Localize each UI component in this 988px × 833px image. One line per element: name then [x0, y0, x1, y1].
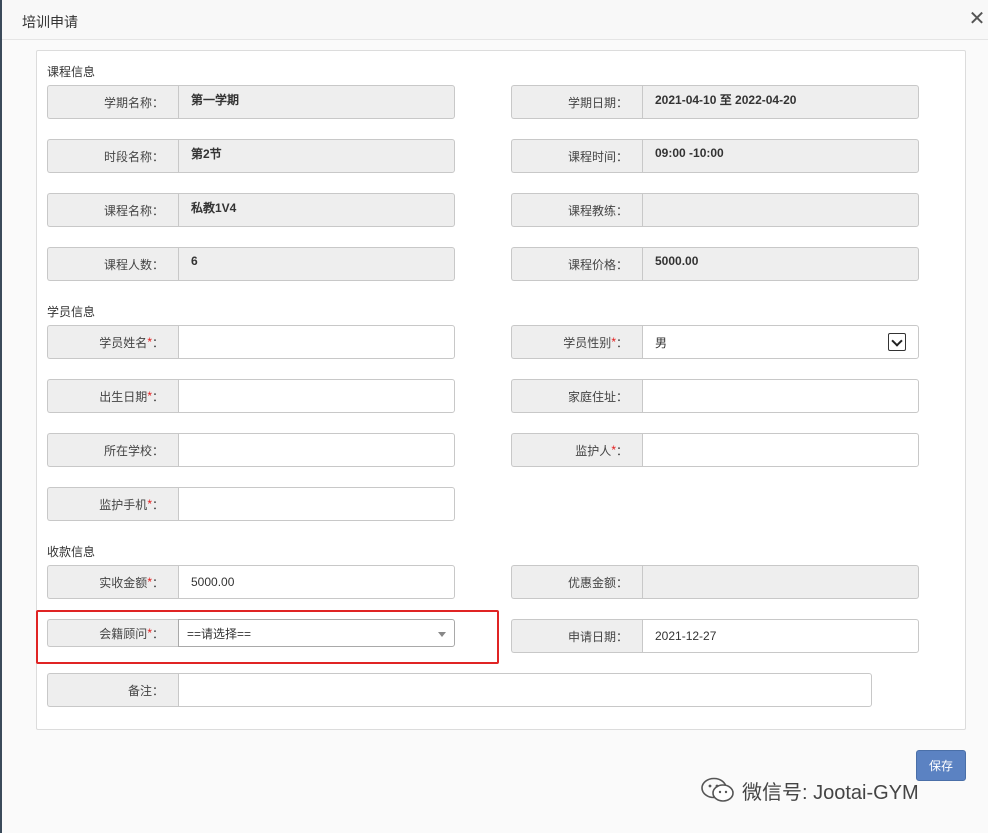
guardian-label: 监护人 *： [511, 433, 642, 467]
section-student-title: 学员信息 [47, 305, 96, 319]
highlight-box [36, 610, 499, 664]
student-gender-selected: 男 [655, 335, 668, 350]
chevron-down-icon[interactable] [888, 333, 906, 351]
received-amount-group: 实收金额 *： 5000.00 [47, 565, 455, 599]
address-label: 家庭住址： [511, 379, 642, 413]
remark-input[interactable] [178, 673, 872, 707]
dialog-title: 培训申请 [22, 14, 78, 30]
watermark-text: 微信号: Jootai-GYM [742, 781, 919, 804]
course-time-label: 课程时间： [511, 139, 642, 173]
guardian-group: 监护人 *： [511, 433, 919, 467]
coach-label: 课程教练： [511, 193, 642, 227]
term-date-value: 2021-04-10 至 2022-04-20 [642, 85, 919, 119]
watermark: 微信号: Jootai-GYM [700, 774, 919, 806]
coach-value [642, 193, 919, 227]
course-name-label: 课程名称： [47, 193, 178, 227]
term-date-group: 学期日期： 2021-04-10 至 2022-04-20 [511, 85, 919, 119]
apply-date-input[interactable]: 2021-12-27 [642, 619, 919, 653]
section-course-title: 课程信息 [47, 65, 96, 79]
dialog-header: 培训申请 ✕ [2, 0, 988, 40]
course-time-group: 课程时间： 09:00 -10:00 [511, 139, 919, 173]
term-date-label: 学期日期： [511, 85, 642, 119]
address-group: 家庭住址： [511, 379, 919, 413]
headcount-label: 课程人数： [47, 247, 178, 281]
remark-label: 备注： [47, 673, 178, 707]
close-icon[interactable]: ✕ [968, 9, 986, 29]
wechat-icon [701, 777, 734, 802]
school-group: 所在学校： [47, 433, 455, 467]
period-name-label: 时段名称： [47, 139, 178, 173]
student-gender-select[interactable]: 男 [642, 325, 919, 359]
section-payment-title: 收款信息 [47, 545, 96, 559]
student-name-group: 学员姓名 *： [47, 325, 455, 359]
school-input[interactable] [178, 433, 455, 467]
course-name-group: 课程名称： 私教1V4 [47, 193, 455, 227]
student-gender-label: 学员性别 *： [511, 325, 642, 359]
price-label: 课程价格： [511, 247, 642, 281]
apply-date-group: 申请日期： 2021-12-27 [511, 619, 919, 653]
save-button[interactable]: 保存 [916, 750, 966, 781]
student-name-input[interactable] [178, 325, 455, 359]
student-gender-group: 学员性别 *： 男 [511, 325, 919, 359]
student-name-label: 学员姓名 *： [47, 325, 178, 359]
birthday-label: 出生日期 *： [47, 379, 178, 413]
period-name-value: 第2节 [178, 139, 455, 173]
discount-amount-group: 优惠金额： [511, 565, 919, 599]
term-name-group: 学期名称： 第一学期 [47, 85, 455, 119]
term-name-label: 学期名称： [47, 85, 178, 119]
guardian-input[interactable] [642, 433, 919, 467]
period-name-group: 时段名称： 第2节 [47, 139, 455, 173]
coach-group: 课程教练： [511, 193, 919, 227]
headcount-value: 6 [178, 247, 455, 281]
school-label: 所在学校： [47, 433, 178, 467]
course-name-value: 私教1V4 [178, 193, 455, 227]
remark-group: 备注： [47, 673, 872, 707]
price-value: 5000.00 [642, 247, 919, 281]
birthday-group: 出生日期 *： [47, 379, 455, 413]
headcount-group: 课程人数： 6 [47, 247, 455, 281]
guardian-phone-group: 监护手机 *： [47, 487, 455, 521]
address-input[interactable] [642, 379, 919, 413]
term-name-value: 第一学期 [178, 85, 455, 119]
received-amount-label: 实收金额 *： [47, 565, 178, 599]
received-amount-input[interactable]: 5000.00 [178, 565, 455, 599]
discount-amount-value [642, 565, 919, 599]
apply-date-label: 申请日期： [511, 619, 642, 653]
discount-amount-label: 优惠金额： [511, 565, 642, 599]
course-time-value: 09:00 -10:00 [642, 139, 919, 173]
birthday-input[interactable] [178, 379, 455, 413]
price-group: 课程价格： 5000.00 [511, 247, 919, 281]
guardian-phone-label: 监护手机 *： [47, 487, 178, 521]
guardian-phone-input[interactable] [178, 487, 455, 521]
